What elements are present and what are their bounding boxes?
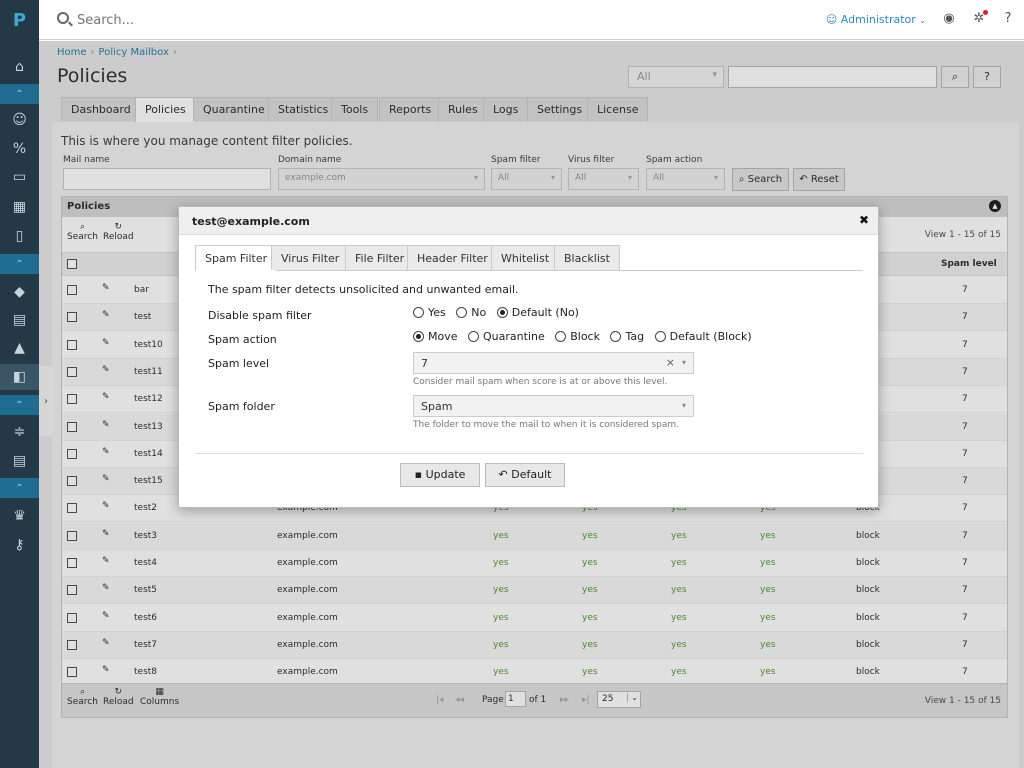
action-quarantine-radio[interactable]: Quarantine	[468, 330, 545, 343]
spam-folder-select[interactable]: Spam ▾	[413, 395, 694, 417]
dialog-header: test@example.com ✖	[179, 207, 878, 235]
tab-whitelist[interactable]: Whitelist	[491, 245, 560, 270]
crown-icon[interactable]: ♛	[0, 503, 39, 529]
home-icon[interactable]: ⌂	[0, 54, 39, 80]
user-icon[interactable]: ☺	[0, 107, 39, 133]
help-icon[interactable]: ?	[1000, 11, 1016, 27]
sidebar-section-toggle[interactable]: ⌃	[0, 478, 39, 498]
disable-spam-filter-options: Yes No Default (No)	[413, 306, 586, 319]
book-icon[interactable]: ▯	[0, 223, 39, 249]
tree-icon[interactable]: ▲	[0, 335, 39, 361]
spam-folder-hint: The folder to move the mail to when it i…	[413, 420, 680, 430]
disable-spam-filter-label: Disable spam filter	[208, 309, 312, 322]
dialog-title: test@example.com	[192, 215, 310, 228]
tab-virus-filter[interactable]: Virus Filter	[271, 245, 350, 270]
sidebar: P ⌂ ⌃ ☺ % ▭ ▦ ▯ ⌃ ◆ ▤ ▲ ◧ ⌃ ≑ ▤ ⌃ ♛ ⚷	[0, 0, 39, 768]
user-menu[interactable]: ☺ Administrator ⌄	[826, 13, 926, 26]
grid-icon[interactable]: ▦	[0, 194, 39, 220]
tab-header-filter[interactable]: Header Filter	[407, 245, 498, 270]
monitor-icon[interactable]: ▭	[0, 164, 39, 190]
policy-edit-dialog: test@example.com ✖ Spam Filter Virus Fil…	[178, 206, 879, 508]
key-icon[interactable]: ⚷	[0, 532, 39, 558]
spam-level-hint: Consider mail spam when score is at or a…	[413, 377, 668, 387]
spam-action-options: Move Quarantine Block Tag Default (Block…	[413, 330, 759, 343]
update-button[interactable]: ▪ Update	[400, 463, 480, 487]
dialog-tabs: Spam Filter Virus Filter File Filter Hea…	[195, 245, 863, 271]
undo-icon: ↶	[498, 468, 508, 481]
action-move-radio[interactable]: Move	[413, 330, 458, 343]
layout-icon[interactable]: ▤	[0, 448, 39, 474]
close-icon[interactable]: ✖	[859, 213, 869, 227]
tab-blacklist[interactable]: Blacklist	[554, 245, 620, 270]
sidebar-section-toggle[interactable]: ⌃	[0, 395, 39, 415]
search-icon	[57, 12, 69, 24]
spam-filter-description: The spam filter detects unsolicited and …	[208, 283, 519, 296]
disable-no-radio[interactable]: No	[456, 306, 486, 319]
topbar: ☺ Administrator ⌄ ◉ ✲ ?	[39, 0, 1024, 40]
spam-level-select[interactable]: 7 × ▾	[413, 352, 694, 374]
sidebar-section-toggle[interactable]: ⌃	[0, 254, 39, 274]
percent-icon[interactable]: %	[0, 136, 39, 162]
action-default-radio[interactable]: Default (Block)	[654, 330, 752, 343]
disable-yes-radio[interactable]: Yes	[413, 306, 446, 319]
clear-icon[interactable]: ×	[666, 356, 675, 369]
app-logo: P	[12, 9, 27, 31]
spam-folder-label: Spam folder	[208, 400, 275, 413]
save-icon: ▪	[414, 468, 423, 481]
dialog-divider	[195, 453, 863, 454]
mail-shield-icon[interactable]: ◧	[0, 364, 39, 390]
tab-file-filter[interactable]: File Filter	[345, 245, 415, 270]
disable-default-radio[interactable]: Default (No)	[496, 306, 579, 319]
sidebar-section-toggle[interactable]: ⌃	[0, 84, 39, 104]
spam-action-label: Spam action	[208, 333, 277, 346]
spam-level-label: Spam level	[208, 357, 270, 370]
notifications-icon[interactable]: ◉	[941, 11, 957, 27]
document-icon[interactable]: ▤	[0, 307, 39, 333]
tab-spam-filter[interactable]: Spam Filter	[195, 245, 278, 271]
sliders-icon[interactable]: ≑	[0, 419, 39, 445]
action-block-radio[interactable]: Block	[555, 330, 600, 343]
global-search-input[interactable]	[77, 10, 377, 30]
alert-dot	[983, 10, 988, 15]
shield-gold-icon[interactable]: ◆	[0, 279, 39, 305]
action-tag-radio[interactable]: Tag	[610, 330, 644, 343]
default-button[interactable]: ↶ Default	[485, 463, 565, 487]
user-name: Administrator	[840, 13, 916, 26]
chevron-down-icon: ⌄	[919, 16, 926, 25]
